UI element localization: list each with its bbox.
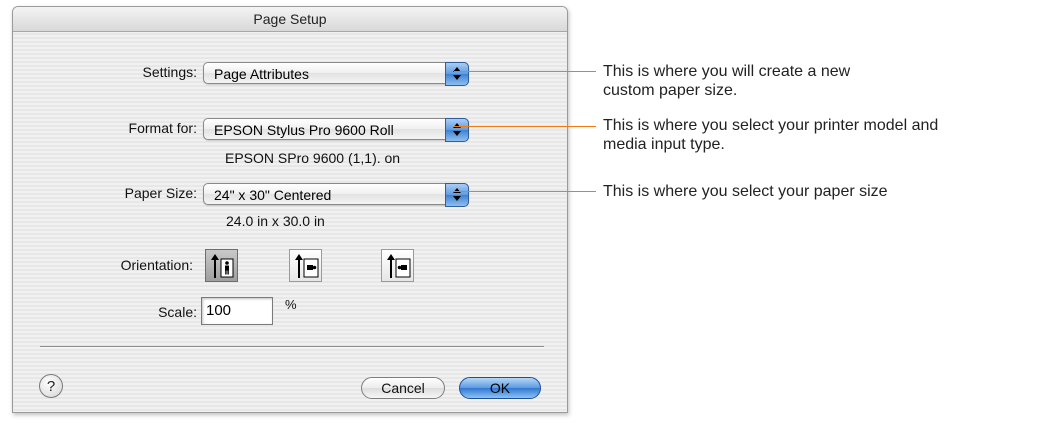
scale-label: Scale:: [158, 304, 197, 320]
popup-arrows-icon: [445, 183, 469, 207]
popup-arrows-icon: [445, 62, 469, 86]
annotation-line: media input type.: [603, 136, 725, 153]
orientation-landscape-button[interactable]: [289, 249, 322, 282]
ok-button[interactable]: OK: [459, 377, 541, 399]
help-button[interactable]: ?: [39, 374, 63, 398]
orientation-label: Orientation:: [120, 257, 193, 273]
printer-description: EPSON SPro 9600 (1,1). on: [225, 150, 401, 166]
format-for-label: Format for:: [128, 120, 197, 136]
format-for-popup[interactable]: EPSON Stylus Pro 9600 Roll: [203, 118, 469, 142]
scale-input[interactable]: 100: [201, 297, 273, 325]
divider: [40, 346, 544, 348]
annotation-line: This is where you select your printer mo…: [603, 117, 939, 134]
paper-size-annotation: This is where you select your paper size: [603, 182, 888, 201]
format-for-annotation: This is where you select your printer mo…: [603, 116, 938, 154]
orientation-portrait-button[interactable]: [205, 249, 238, 282]
annotation-line: custom paper size.: [603, 82, 738, 99]
paper-dimensions: 24.0 in x 30.0 in: [226, 213, 325, 229]
annotation-line: This is where you select your paper size: [603, 183, 888, 200]
paper-size-popup-value: 24" x 30" Centered: [214, 187, 332, 203]
cancel-button[interactable]: Cancel: [361, 377, 445, 399]
paper-size-leader-line: [454, 191, 596, 192]
paper-size-label: Paper Size:: [124, 185, 197, 201]
format-for-leader-line: [454, 126, 596, 127]
paper-size-popup[interactable]: 24" x 30" Centered: [203, 183, 469, 207]
settings-popup[interactable]: Page Attributes: [203, 62, 469, 86]
scale-unit: %: [285, 297, 297, 312]
portrait-icon: [211, 254, 234, 278]
orientation-reverse-landscape-button[interactable]: [381, 249, 414, 282]
landscape-icon: [295, 254, 319, 278]
page-setup-dialog: Page Setup Settings: Page Attributes For…: [12, 6, 568, 413]
settings-annotation: This is where you will create a new cust…: [603, 62, 850, 100]
popup-arrows-icon: [445, 118, 469, 142]
settings-label: Settings:: [142, 64, 197, 80]
reverse-landscape-icon: [387, 254, 411, 278]
settings-leader-line: [454, 71, 596, 72]
annotation-line: This is where you will create a new: [603, 63, 851, 80]
dialog-title: Page Setup: [13, 7, 567, 32]
settings-popup-value: Page Attributes: [214, 66, 309, 82]
format-for-popup-value: EPSON Stylus Pro 9600 Roll: [214, 122, 394, 138]
